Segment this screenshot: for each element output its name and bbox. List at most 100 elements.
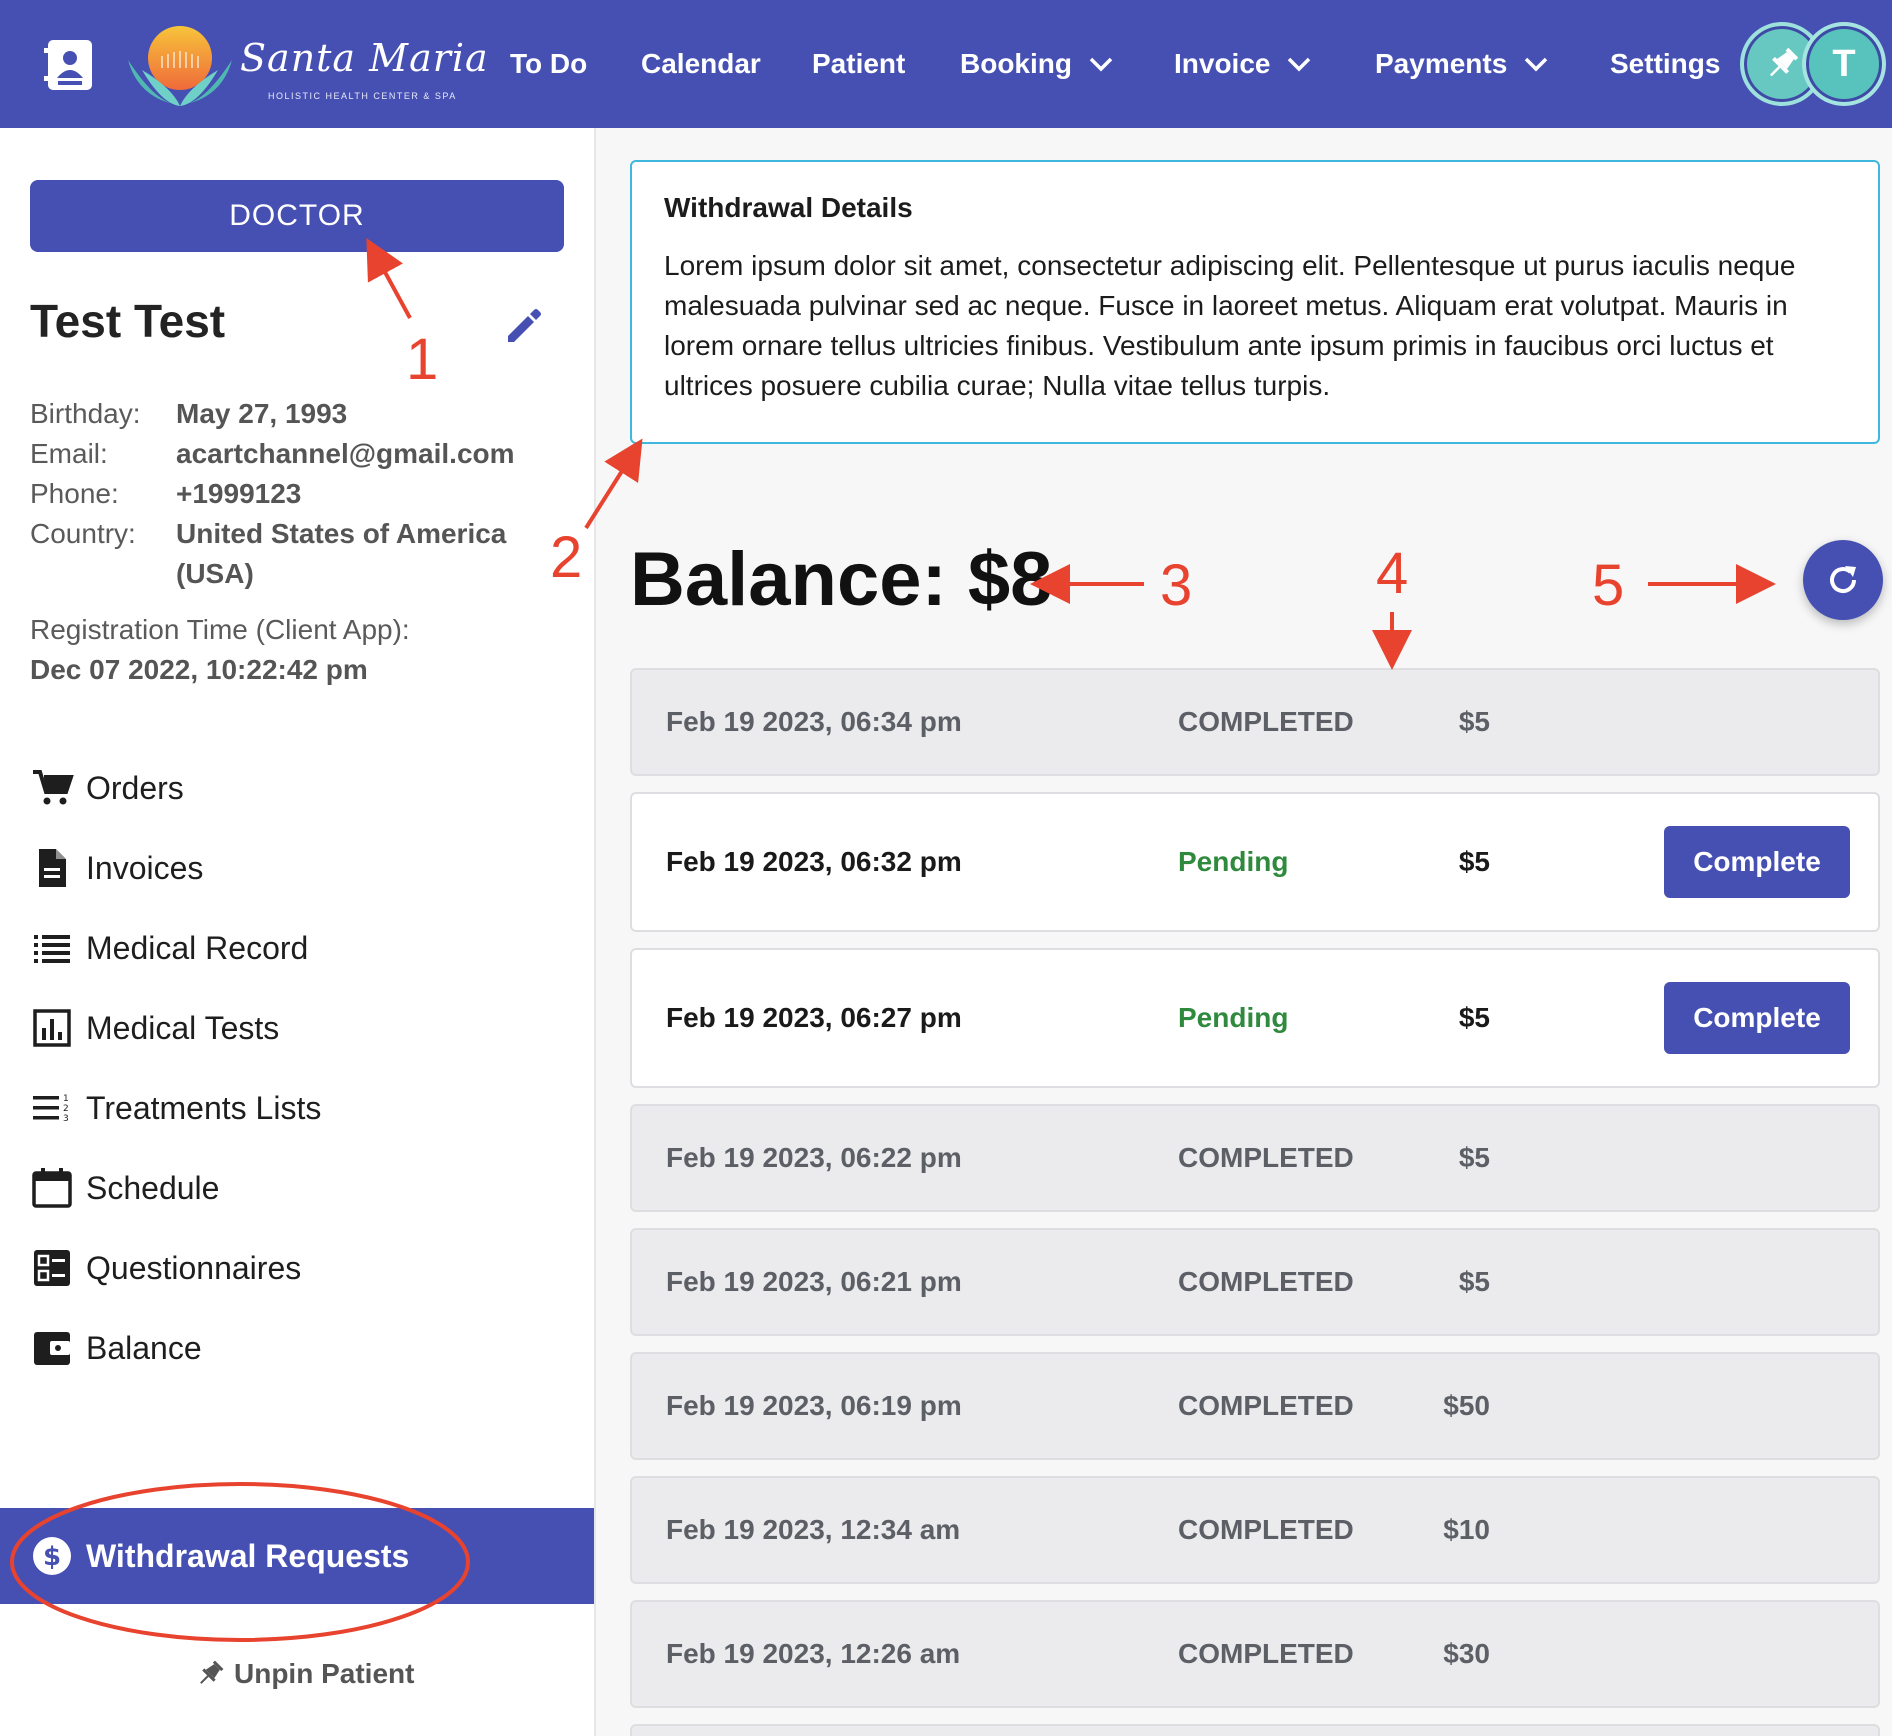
nav-label: Patient [812,48,906,79]
phone-value: +1999123 [176,478,302,509]
sidebar-item-balance[interactable]: Balance [0,1308,594,1388]
cart-icon [33,770,74,805]
withdrawal-row: Feb 19 2023, 06:22 pm COMPLETED $5 [630,1104,1880,1212]
nav-invoice[interactable]: Invoice [1174,44,1312,84]
sidebar-item-label: Questionnaires [86,1249,302,1286]
details-title: Withdrawal Details [664,192,913,223]
nav-label: Settings [1610,48,1721,79]
brand-logo[interactable]: Santa Maria HOLISTIC HEALTH CENTER & SPA [122,16,488,112]
registration-value: Dec 07 2022, 10:22:42 pm [30,654,368,685]
nav-payments[interactable]: Payments [1375,44,1549,84]
logo-subtitle: HOLISTIC HEALTH CENTER & SPA [268,91,457,101]
withdrawal-row-partial [630,1724,1880,1736]
nav-calendar[interactable]: Calendar [641,44,761,84]
request-status: COMPLETED [1178,706,1354,737]
refresh-button[interactable] [1803,540,1883,620]
nav-settings[interactable]: Settings [1610,44,1720,84]
patient-name: Test Test [30,295,226,347]
nav-patient[interactable]: Patient [812,44,905,84]
annotation-label-2: 2 [550,525,583,590]
phone-label: Phone: [30,478,119,509]
sidebar-item-label: Withdrawal Requests [86,1537,410,1574]
annotation-label-1: 1 [406,327,439,392]
checklist-icon [34,1250,70,1286]
top-navbar: Santa Maria HOLISTIC HEALTH CENTER & SPA… [0,0,1892,128]
pin-icon [200,1660,224,1684]
numbered-list-icon: 1 2 3 [33,1094,69,1124]
withdrawal-row: Feb 19 2023, 06:19 pm COMPLETED $50 [630,1352,1880,1460]
withdrawal-row: Feb 19 2023, 06:27 pm Pending $5 Complet… [630,948,1880,1088]
svg-text:$: $ [43,1542,61,1572]
withdrawal-details-card: Withdrawal Details Lorem ipsum dolor sit… [630,160,1880,444]
user-avatar[interactable]: T [1802,22,1886,106]
request-status: Pending [1178,1002,1289,1033]
chevron-down-icon [1525,57,1548,72]
request-date: Feb 19 2023, 06:34 pm [666,706,962,737]
nav-todo[interactable]: To Do [510,44,587,84]
request-date: Feb 19 2023, 06:21 pm [666,1266,962,1297]
nav-label: Payments [1375,48,1508,79]
country-value: United States of America [176,518,507,549]
svg-text:3: 3 [63,1114,69,1124]
sidebar-item-label: Invoices [86,849,204,886]
annotation-label-5: 5 [1592,553,1625,618]
edit-pencil-icon[interactable] [502,304,546,348]
request-status: COMPLETED [1178,1514,1354,1545]
request-date: Feb 19 2023, 06:19 pm [666,1390,962,1421]
unpin-patient-button[interactable]: Unpin Patient [194,1658,414,1690]
email-value: acartchannel@gmail.com [176,438,515,469]
unpin-label: Unpin Patient [234,1658,415,1689]
complete-button[interactable]: Complete [1664,826,1850,898]
contact-book-icon[interactable] [44,38,96,92]
logo-wordmark: Santa Maria [240,36,489,80]
complete-button[interactable]: Complete [1664,982,1850,1054]
withdrawal-row: Feb 19 2023, 06:21 pm COMPLETED $5 [630,1228,1880,1336]
request-amount: $10 [1443,1514,1490,1545]
request-date: Feb 19 2023, 06:27 pm [666,1002,962,1033]
nav-label: Calendar [641,48,761,79]
sidebar-item-medical-record[interactable]: Medical Record [0,908,594,988]
withdrawal-row: Feb 19 2023, 12:34 am COMPLETED $10 [630,1476,1880,1584]
svg-text:1: 1 [63,1094,69,1104]
sidebar-item-withdrawal-requests[interactable]: $ Withdrawal Requests [0,1508,594,1604]
sidebar-item-label: Orders [86,769,184,806]
wallet-icon [34,1332,70,1365]
role-doctor-button[interactable]: DOCTOR [30,180,564,252]
request-amount: $5 [1458,706,1490,737]
chevron-down-icon [1089,57,1113,72]
chevron-down-icon [1288,57,1311,72]
dollar-circle-icon: $ [33,1537,71,1575]
sidebar-item-label: Balance [86,1329,202,1366]
withdrawal-row: Feb 19 2023, 12:26 am COMPLETED $30 [630,1600,1880,1708]
document-icon [39,849,66,887]
sidebar-item-medical-tests[interactable]: Medical Tests [0,988,594,1068]
bar-chart-icon [33,1009,71,1047]
request-status: COMPLETED [1178,1142,1354,1173]
lotus-sun-icon [128,26,232,106]
request-amount: $5 [1458,1142,1490,1173]
request-date: Feb 19 2023, 06:22 pm [666,1142,962,1173]
request-status: COMPLETED [1178,1638,1354,1669]
sidebar-item-label: Schedule [86,1169,220,1206]
nav-label: Invoice [1174,48,1271,79]
sidebar-item-schedule[interactable]: Schedule [0,1148,594,1228]
pin-icon [1769,47,1799,77]
country-label: Country: [30,518,136,549]
annotation-label-4: 4 [1376,541,1409,606]
details-body: Lorem ipsum dolor sit amet, consectetur … [664,250,1796,401]
request-amount: $30 [1443,1638,1490,1669]
request-date: Feb 19 2023, 12:34 am [666,1514,961,1545]
request-date: Feb 19 2023, 06:32 pm [666,846,962,877]
sidebar-item-treatments-lists[interactable]: 1 2 3 Treatments Lists [0,1068,594,1148]
registration-label: Registration Time (Client App): [30,614,410,645]
sidebar-item-orders[interactable]: Orders [0,748,594,828]
list-icon [34,935,70,963]
sidebar-item-invoices[interactable]: Invoices [0,828,594,908]
annotation-label-3: 3 [1160,553,1193,618]
request-status: Pending [1178,846,1289,877]
sidebar-item-label: Treatments Lists [86,1089,322,1126]
balance-heading: Balance: $8 [630,537,1053,622]
nav-booking[interactable]: Booking [960,44,1114,84]
sidebar-item-label: Medical Record [86,929,309,966]
sidebar-item-questionnaires[interactable]: Questionnaires [0,1228,594,1308]
